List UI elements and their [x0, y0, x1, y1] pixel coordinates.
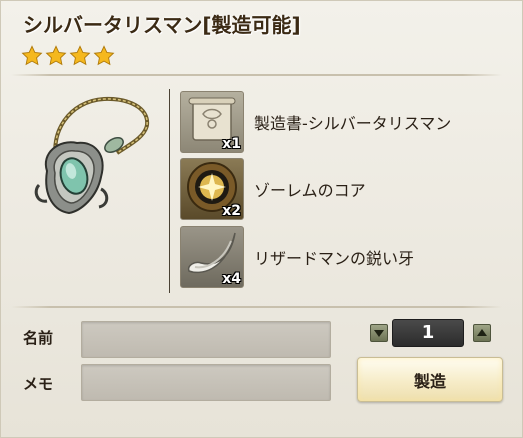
triangle-down-icon	[374, 330, 384, 337]
rarity-stars	[21, 45, 115, 69]
material-name: リザードマンの鋭い牙	[254, 249, 415, 268]
material-count: x1	[222, 136, 241, 152]
silver-talisman-icon	[34, 96, 150, 215]
quantity-decrease-button[interactable]	[370, 324, 388, 342]
column-divider	[169, 89, 170, 293]
material-count: x4	[222, 271, 241, 287]
material-count: x2	[222, 203, 241, 219]
material-row[interactable]: x4 リザードマンの鋭い牙	[180, 226, 414, 288]
name-field[interactable]	[81, 321, 331, 358]
lizardman-fang-icon: x4	[180, 226, 244, 288]
recipe-title: シルバータリスマン[製造可能]	[23, 13, 301, 37]
golem-core-icon: x2	[180, 158, 244, 220]
triangle-up-icon	[477, 329, 487, 336]
memo-label: メモ	[23, 375, 54, 393]
memo-field[interactable]	[81, 364, 331, 401]
quantity-value[interactable]: 1	[392, 319, 464, 347]
section-divider	[11, 306, 502, 308]
star-icon	[69, 45, 91, 66]
star-icon	[21, 45, 43, 66]
star-icon	[45, 45, 67, 66]
material-name: 製造書-シルバータリスマン	[254, 114, 452, 133]
material-name: ゾーレムのコア	[254, 181, 366, 200]
recipe-scroll-icon: x1	[180, 91, 244, 153]
craft-button[interactable]: 製造	[357, 357, 503, 402]
crafting-panel: シルバータリスマン[製造可能] x1 製造書-シルバータリスマン x2 ゾーレム…	[0, 0, 523, 438]
star-icon	[93, 45, 115, 66]
quantity-increase-button[interactable]	[473, 324, 491, 342]
material-row[interactable]: x2 ゾーレムのコア	[180, 158, 366, 220]
header-divider	[11, 74, 502, 76]
name-label: 名前	[23, 329, 54, 347]
material-row[interactable]: x1 製造書-シルバータリスマン	[180, 91, 451, 153]
craft-button-label: 製造	[413, 371, 446, 391]
